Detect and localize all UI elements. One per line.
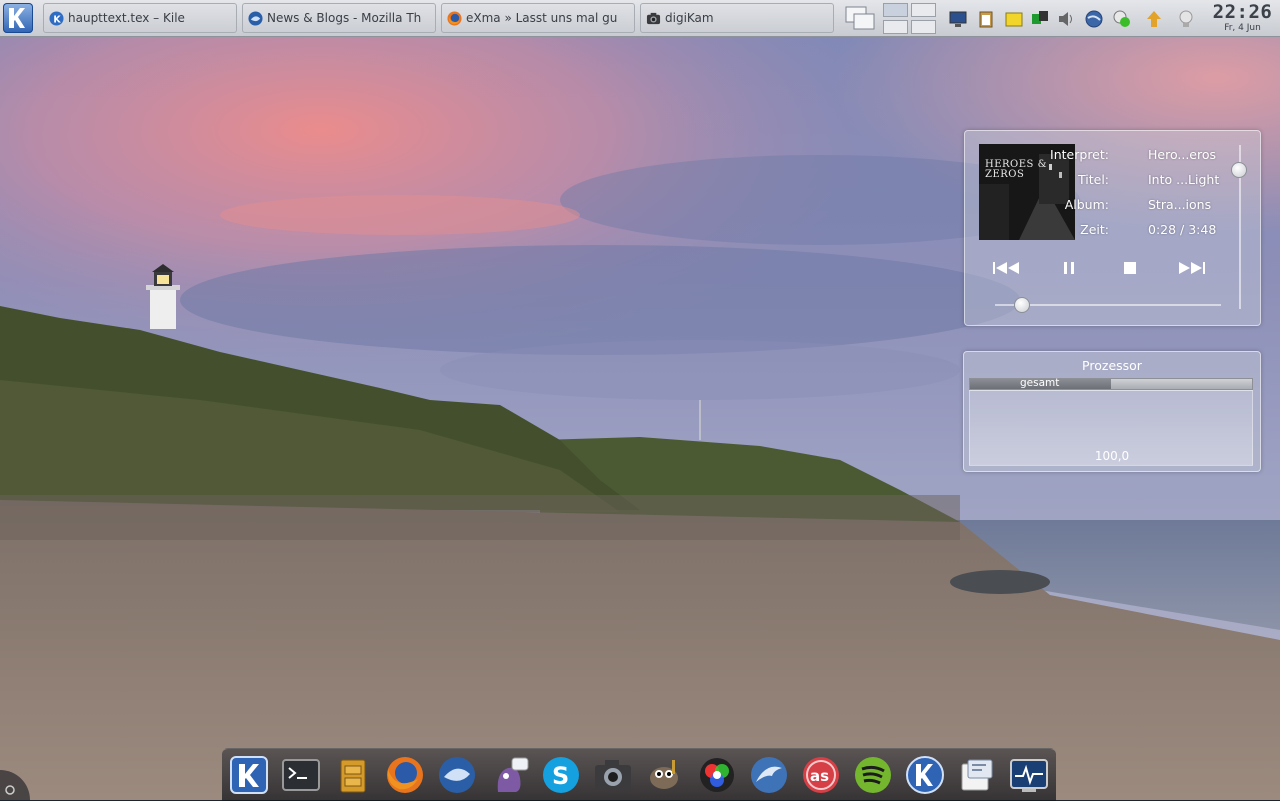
digikam-icon [646, 12, 661, 25]
svg-text:S: S [552, 762, 569, 790]
pause-icon [1064, 262, 1074, 274]
svg-text:as: as [810, 767, 829, 785]
next-icon [1179, 262, 1205, 274]
pager-desktop-1[interactable] [883, 3, 908, 17]
pager-desktop-3[interactable] [883, 20, 908, 34]
info-row-time: Zeit: 0:28 / 3:48 [1077, 221, 1257, 239]
desktop-pager[interactable] [843, 2, 939, 35]
thunderbird-icon [248, 11, 263, 26]
task-thunderbird[interactable]: News & Blogs - Mozilla Th [242, 3, 436, 33]
task-firefox[interactable]: eXma » Lasst uns mal gu [441, 3, 635, 33]
kde-logo-icon [9, 8, 25, 28]
kde-menu-button[interactable] [3, 3, 33, 33]
digikam-icon[interactable] [592, 754, 634, 796]
firefox-icon [447, 11, 462, 26]
kpresenter-icon[interactable] [956, 754, 998, 796]
spotify-icon[interactable] [852, 754, 894, 796]
cpu-value-label: 100,0 [1094, 449, 1130, 463]
widget-title: Prozessor [1082, 358, 1142, 373]
info-row-title: Titel: Into ...Light [1077, 171, 1257, 189]
info-row-artist: Interpret: Hero...eros [1050, 146, 1257, 164]
lastfm-icon[interactable]: as [800, 754, 842, 796]
clock[interactable]: 22:26 Fr, 4 Jun [1205, 0, 1280, 37]
info-value: 0:28 / 3:48 [1148, 222, 1217, 237]
color-picker-icon[interactable] [696, 754, 738, 796]
svg-text:K: K [53, 14, 61, 25]
dolphin-icon[interactable] [748, 754, 790, 796]
top-panel: K haupttext.tex – Kile News & Blogs - Mo… [0, 0, 1280, 37]
info-key: Zeit: [1080, 222, 1109, 237]
next-button[interactable] [1176, 257, 1206, 279]
cpu-monitor-widget: Prozessor gesamt 100,0 [963, 351, 1261, 472]
kde-info-icon[interactable] [904, 754, 946, 796]
info-key: Titel: [1078, 172, 1109, 187]
system-monitor-icon[interactable] [1008, 754, 1050, 796]
volume-slider-handle[interactable] [1231, 162, 1247, 178]
skype-icon[interactable]: S [540, 754, 582, 796]
now-playing-widget: HEROES & ZEROS Interpret: Hero...eros Ti… [964, 130, 1261, 326]
kde-menu-icon[interactable] [228, 754, 270, 796]
info-row-album: Album: Stra...ions [1065, 196, 1257, 214]
monitor-icon[interactable] [948, 9, 968, 29]
task-kile[interactable]: K haupttext.tex – Kile [43, 3, 237, 33]
info-value: Hero...eros [1148, 147, 1217, 162]
task-label: News & Blogs - Mozilla Th [267, 11, 422, 25]
stop-icon [1124, 262, 1136, 274]
info-value: Stra...ions [1148, 197, 1212, 212]
clipboard-icon[interactable] [976, 9, 996, 29]
volume-icon[interactable] [1056, 9, 1076, 29]
pause-button[interactable] [1054, 257, 1084, 279]
task-label: haupttext.tex – Kile [68, 11, 185, 25]
info-key: Album: [1064, 197, 1109, 212]
cpu-usage-bar: gesamt [969, 377, 1253, 390]
file-manager-icon[interactable] [332, 754, 374, 796]
info-key: Interpret: [1050, 147, 1109, 162]
task-label: eXma » Lasst uns mal gu [466, 11, 618, 25]
pager-desktop-2[interactable] [911, 3, 936, 17]
pager-desktop-4[interactable] [911, 20, 936, 34]
messenger-status-icon[interactable] [1112, 9, 1132, 29]
kile-icon: K [49, 11, 64, 26]
previous-icon [993, 262, 1019, 274]
network-icon[interactable] [1030, 9, 1050, 29]
task-digikam[interactable]: digiKam [640, 3, 834, 33]
previous-button[interactable] [992, 257, 1022, 279]
gimp-icon[interactable] [644, 754, 686, 796]
stop-button[interactable] [1115, 257, 1145, 279]
cpu-history-graph: 100,0 [969, 390, 1253, 466]
notes-icon[interactable] [1004, 9, 1024, 29]
lightbulb-icon[interactable] [1176, 9, 1196, 29]
cpu-bar-label: gesamt [1020, 377, 1060, 389]
seek-slider-handle[interactable] [1014, 297, 1030, 313]
update-notifier-icon[interactable] [1144, 9, 1164, 29]
show-desktop-icon[interactable] [843, 2, 877, 35]
clock-date: Fr, 4 Jun [1224, 23, 1261, 33]
info-value: Into ...Light [1148, 172, 1220, 187]
task-label: digiKam [665, 11, 714, 25]
system-tray [944, 2, 1204, 35]
thunderbird-icon[interactable] [436, 754, 478, 796]
terminal-icon[interactable] [280, 754, 322, 796]
globe-icon[interactable] [1084, 9, 1104, 29]
plasma-toolbox-icon[interactable] [0, 766, 34, 800]
firefox-icon[interactable] [384, 754, 426, 796]
pidgin-icon[interactable] [488, 754, 530, 796]
application-dock: S as [222, 748, 1056, 801]
clock-time: 22:26 [1212, 1, 1273, 23]
